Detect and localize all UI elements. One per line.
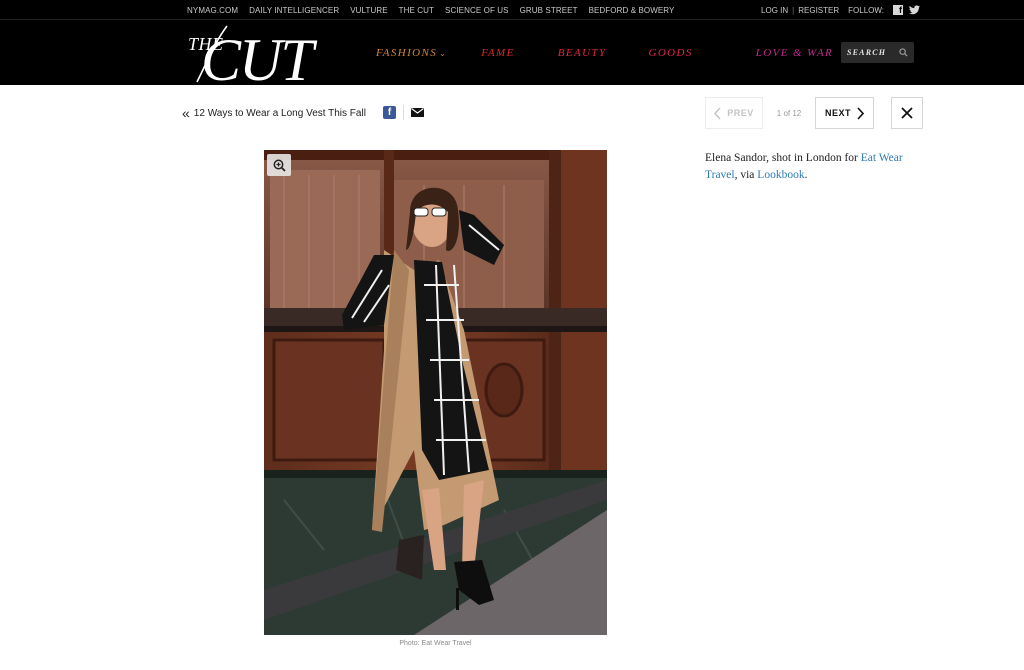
network-link-bedford-bowery[interactable]: BEDFORD & BOWERY [589,6,675,15]
network-link-the-cut[interactable]: THE CUT [399,6,434,15]
zoom-in-icon [273,159,286,172]
double-chevron-left-icon: « [182,105,190,121]
close-button[interactable] [891,97,923,129]
caption-end: . [804,169,808,181]
network-link-grub-street[interactable]: GRUB STREET [520,6,578,15]
nav-fashions[interactable]: FASHIONS ⌄ [376,47,447,59]
prev-label: PREV [727,108,754,118]
facebook-share-icon[interactable]: f [383,106,396,119]
chevron-down-icon: ⌄ [439,48,448,58]
main-nav: THE CUT FASHIONS ⌄ FAME BEAUTY GOODS LOVE… [0,20,1024,85]
the-cut-logo[interactable]: THE CUT [187,24,345,84]
prev-button[interactable]: PREV [705,97,763,129]
account-separator: | [792,5,795,15]
network-bar: NYMAG.COM DAILY INTELLIGENCER VULTURE TH… [0,0,1024,20]
search-button[interactable]: SEARCH [841,42,914,63]
slideshow-title: 12 Ways to Wear a Long Vest This Fall [193,107,366,119]
nav-fashions-label: FASHIONS [376,46,438,59]
network-links: NYMAG.COM DAILY INTELLIGENCER VULTURE TH… [187,0,674,20]
search-label: SEARCH [847,48,887,57]
nav-beauty[interactable]: BEAUTY [558,47,607,59]
network-link-nymag[interactable]: NYMAG.COM [187,6,238,15]
slide-caption: Elena Sandor, shot in London for Eat Wea… [705,150,925,184]
caption-middle: , via [734,169,758,181]
network-link-vulture[interactable]: VULTURE [350,6,387,15]
slide-counter: 1 of 12 [776,108,802,118]
nav-love-and-war[interactable]: LOVE & WAR [756,47,833,59]
slide-photo[interactable] [264,150,607,635]
caption-lead: Elena Sandor, shot in London for [705,152,861,164]
email-share-icon[interactable] [411,108,424,117]
back-to-slideshow-link[interactable]: « 12 Ways to Wear a Long Vest This Fall [182,105,366,121]
facebook-icon[interactable]: f [893,5,903,15]
share-divider [403,105,404,120]
close-icon [901,107,913,119]
social-links: f [893,5,920,15]
login-link[interactable]: LOG IN [761,6,788,15]
chevron-left-icon [714,106,721,120]
next-label: NEXT [824,108,851,118]
zoom-button[interactable] [267,154,291,176]
chevron-right-icon [857,106,864,120]
nav-goods[interactable]: GOODS [648,47,692,59]
follow-label: FOLLOW: [848,5,884,15]
photo-credit: Photo: Eat Wear Travel [399,640,472,647]
next-button[interactable]: NEXT [815,97,874,129]
nav-fame[interactable]: FAME [481,47,515,59]
twitter-icon[interactable] [909,5,920,15]
lookbook-link[interactable]: Lookbook [757,169,804,181]
account-links: LOG IN | REGISTER FOLLOW: f [761,0,920,20]
photo-illustration [264,150,607,635]
section-nav: FASHIONS ⌄ FAME BEAUTY GOODS LOVE & WAR [376,20,833,85]
search-icon [899,48,908,57]
network-link-daily-intelligencer[interactable]: DAILY INTELLIGENCER [249,6,339,15]
network-link-science-of-us[interactable]: SCIENCE OF US [445,6,509,15]
register-link[interactable]: REGISTER [798,6,839,15]
logo-cut-text: CUT [201,27,317,84]
